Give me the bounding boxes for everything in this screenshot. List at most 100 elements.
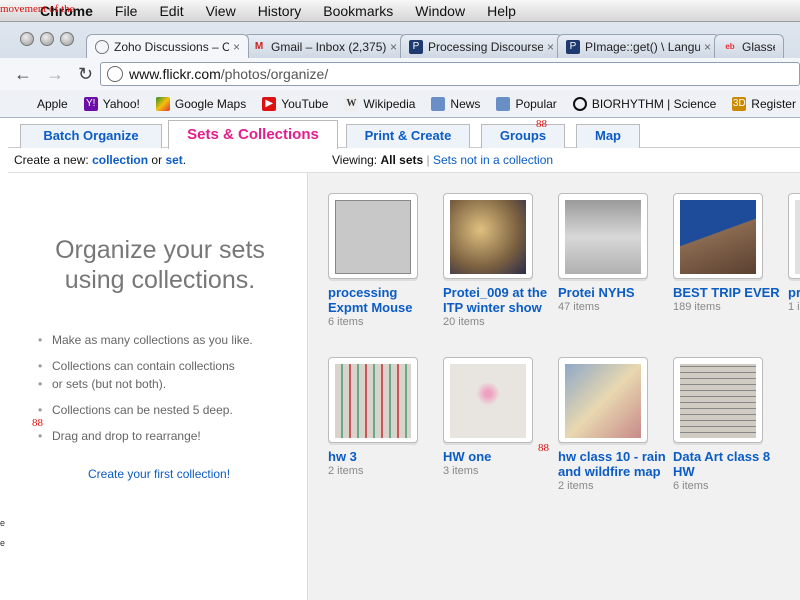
set-title[interactable]: processing Expmt Mouse [328, 285, 438, 315]
menu-edit[interactable]: Edit [159, 3, 183, 19]
marker-88: 88 [32, 417, 43, 429]
marker-88: 88 [538, 442, 549, 454]
set-thumbnail [680, 200, 756, 274]
create-first-collection-link[interactable]: Create your first collection! [88, 467, 230, 481]
bookmark-news[interactable]: News [431, 96, 481, 111]
set-card[interactable]: pr 1 i [788, 193, 800, 313]
set-count: 1 i [788, 301, 800, 313]
tab-sets-collections[interactable]: Sets & Collections [168, 120, 338, 149]
bookmark-wikipedia[interactable]: W Wikipedia [344, 96, 415, 111]
create-collection-link[interactable]: collection [92, 153, 148, 167]
menu-file[interactable]: File [115, 3, 138, 19]
heading-line-1: Organize your sets [55, 236, 265, 264]
bookmark-label: YouTube [281, 96, 329, 111]
heading-line-2: using collections. [64, 266, 256, 294]
create-new-label: Create a new: [14, 153, 89, 167]
maps-icon [155, 96, 170, 111]
bookmark-youtube[interactable]: ▶ YouTube [262, 96, 329, 111]
zoom-window-button[interactable] [60, 32, 74, 46]
close-window-button[interactable] [20, 32, 34, 46]
tab-print-create[interactable]: Print & Create [346, 124, 470, 148]
set-thumbnail [565, 364, 641, 438]
set-title[interactable]: pr [788, 285, 800, 300]
set-thumbnail [795, 200, 800, 274]
close-tab-icon[interactable]: × [704, 40, 711, 54]
mac-menubar: Chrome File Edit View History Bookmarks … [0, 0, 800, 22]
set-thumbnail-frame[interactable] [673, 357, 763, 443]
globe-icon [95, 39, 109, 54]
set-thumbnail-frame[interactable] [443, 193, 533, 279]
menu-help[interactable]: Help [487, 3, 516, 19]
reload-button[interactable]: ↻ [78, 64, 96, 85]
bookmark-register[interactable]: 3D Register [732, 96, 796, 111]
tab-processing-discourse[interactable]: P Processing Discourse × [400, 34, 563, 58]
bookmark-biorhythm[interactable]: BIORHYTHM | Science [572, 96, 716, 111]
yahoo-icon: Y! [83, 96, 98, 111]
close-tab-icon[interactable]: × [547, 40, 554, 54]
tab-zoho[interactable]: Zoho Discussions – C × [86, 34, 249, 58]
menu-history[interactable]: History [258, 3, 302, 19]
set-card[interactable]: HW one 3 items [443, 357, 553, 477]
tab-map[interactable]: Map [576, 124, 640, 148]
minimize-window-button[interactable] [40, 32, 54, 46]
tip-item: Collections can be nested 5 deep. [38, 401, 253, 419]
set-thumbnail-frame[interactable] [788, 193, 800, 279]
processing-icon: P [409, 39, 423, 54]
set-title[interactable]: BEST TRIP EVER [673, 285, 783, 300]
apple-icon [18, 97, 32, 111]
globe-icon [107, 66, 123, 82]
set-title[interactable]: hw class 10 - rain and wildfire map [558, 449, 668, 479]
set-title[interactable]: HW one [443, 449, 553, 464]
set-title[interactable]: Data Art class 8 HW [673, 449, 783, 479]
viewing-label: Viewing: [332, 153, 378, 167]
back-button[interactable]: ← [14, 64, 32, 85]
set-card[interactable]: Data Art class 8 HW 6 items [673, 357, 783, 492]
tab-batch-organize[interactable]: Batch Organize [20, 124, 162, 148]
set-card[interactable]: processing Expmt Mouse 6 items [328, 193, 438, 328]
url-path: /photos/organize/ [220, 66, 329, 82]
set-title[interactable]: hw 3 [328, 449, 438, 464]
period-label: . [182, 153, 187, 167]
sets-not-in-collection-link[interactable]: Sets not in a collection [433, 153, 553, 167]
set-thumbnail-frame[interactable] [558, 193, 648, 279]
bookmark-apple[interactable]: Apple [18, 97, 68, 111]
create-set-link[interactable]: set [165, 153, 182, 167]
tab-groups[interactable]: Groups [481, 124, 565, 148]
menu-bookmarks[interactable]: Bookmarks [323, 3, 393, 19]
collections-panel: Organize your sets using collections. Ma… [8, 172, 308, 600]
set-card[interactable]: hw class 10 - rain and wildfire map 2 it… [558, 357, 668, 492]
or-label: or [151, 153, 163, 167]
bookmarks-bar: Apple Y! Yahoo! Google Maps ▶ YouTube W Wik… [0, 90, 800, 118]
close-tab-icon[interactable]: × [233, 40, 240, 54]
set-card[interactable]: hw 3 2 items [328, 357, 438, 477]
tab-ebay[interactable]: eb Glasses [714, 34, 784, 58]
bookmark-google-maps[interactable]: Google Maps [155, 96, 246, 111]
set-thumbnail-frame[interactable] [443, 357, 533, 443]
set-count: 47 items [558, 301, 600, 313]
bookmark-yahoo[interactable]: Y! Yahoo! [83, 96, 140, 111]
menu-window[interactable]: Window [415, 3, 465, 19]
menu-view[interactable]: View [206, 3, 236, 19]
youtube-icon: ▶ [262, 96, 277, 111]
set-count: 189 items [673, 301, 721, 313]
tab-pimage[interactable]: P PImage::get() \ Langu × [557, 34, 720, 58]
set-thumbnail-frame[interactable] [328, 357, 418, 443]
tab-gmail[interactable]: M Gmail – Inbox (2,375) × [243, 34, 406, 58]
set-thumbnail-frame[interactable] [558, 357, 648, 443]
bookmark-popular[interactable]: Popular [496, 96, 557, 111]
set-title[interactable]: Protei_009 at the ITP winter show [443, 285, 553, 315]
bookmark-label: News [450, 96, 481, 111]
set-title[interactable]: Protei NYHS [558, 285, 668, 300]
set-thumbnail-frame[interactable] [328, 193, 418, 279]
toolbar: ← → ↻ www.flickr.com /photos/organize/ [0, 58, 800, 90]
forward-button[interactable]: → [46, 64, 64, 85]
all-sets-label[interactable]: All sets [380, 153, 423, 167]
set-card[interactable]: Protei_009 at the ITP winter show 20 ite… [443, 193, 553, 328]
close-tab-icon[interactable]: × [390, 40, 397, 54]
set-card[interactable]: BEST TRIP EVER 189 items [673, 193, 783, 313]
address-bar[interactable]: www.flickr.com /photos/organize/ [100, 62, 800, 86]
bookmark-label: Popular [515, 96, 557, 111]
set-card[interactable]: Protei NYHS 47 items [558, 193, 668, 313]
set-thumbnail-frame[interactable] [673, 193, 763, 279]
bookmark-label: Apple [37, 96, 68, 111]
